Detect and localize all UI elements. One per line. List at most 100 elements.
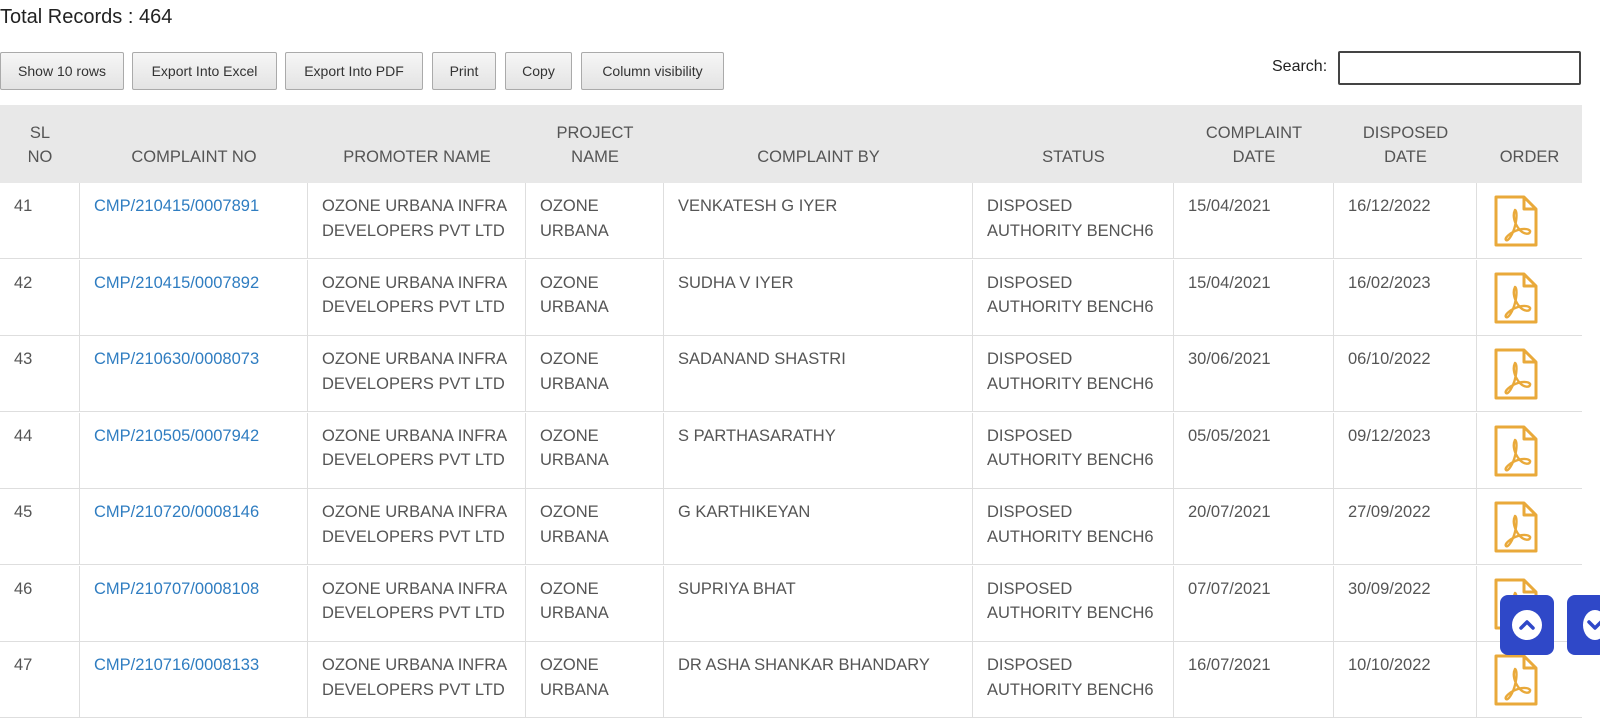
sl-no-cell: 47 (0, 642, 80, 718)
complaint-date-cell: 30/06/2021 (1174, 336, 1334, 412)
complaint-no-link[interactable]: CMP/210505/0007942 (80, 412, 308, 489)
complaint-no-text[interactable]: CMP/210415/0007891 (94, 194, 307, 219)
promoter-name-cell: OZONE URBANA INFRA DEVELOPERS PVT LTD (308, 183, 526, 259)
cell-text: OZONE (540, 350, 599, 368)
col-sl-no-header[interactable]: SL NO (0, 105, 80, 183)
promoter-name-cell: OZONE URBANA INFRA DEVELOPERS PVT LTD (308, 336, 526, 412)
complaint-no-text[interactable]: CMP/210505/0007942 (94, 424, 307, 449)
header-label: DATE (1232, 148, 1276, 166)
cell-text: OZONE (540, 579, 599, 598)
cell-text: DISPOSED (987, 656, 1073, 674)
sl-no-cell: 46 (0, 565, 80, 642)
cell-text: AUTHORITY BENCH6 (987, 298, 1154, 316)
project-name-cell: OZONE URBANA (526, 642, 664, 718)
header-label: DATE (1384, 148, 1427, 166)
cell-text: 16/07/2021 (1188, 656, 1271, 674)
sl-no-cell: 45 (0, 489, 80, 565)
complaint-no-text[interactable]: CMP/210716/0008133 (94, 653, 307, 678)
order-cell[interactable] (1477, 183, 1582, 259)
col-disposed-date-header[interactable]: DISPOSED DATE (1334, 105, 1477, 183)
header-label: NAME (571, 148, 619, 166)
header-label: SL (29, 124, 51, 142)
col-complaint-no-header[interactable]: COMPLAINT NO (80, 105, 308, 183)
pdf-file-icon[interactable] (1493, 653, 1539, 707)
scroll-up-button[interactable] (1500, 595, 1554, 655)
cell-text: 27/09/2022 (1348, 503, 1431, 521)
scroll-down-button[interactable] (1567, 595, 1600, 655)
header-label: NO (27, 148, 53, 166)
cell-text: DEVELOPERS PVT LTD (322, 298, 505, 316)
complaint-by-cell: SUPRIYA BHAT (664, 565, 973, 642)
promoter-name-cell: OZONE URBANA INFRA DEVELOPERS PVT LTD (308, 259, 526, 336)
promoter-name-cell: OZONE URBANA INFRA DEVELOPERS PVT LTD (308, 489, 526, 565)
disposed-date-cell: 09/12/2023 (1334, 412, 1477, 489)
promoter-name-cell: OZONE URBANA INFRA DEVELOPERS PVT LTD (308, 565, 526, 642)
header-label: PROJECT (556, 124, 634, 142)
pdf-file-icon[interactable] (1493, 500, 1539, 554)
pdf-file-icon[interactable] (1493, 347, 1539, 401)
status-cell: DISPOSED AUTHORITY BENCH6 (973, 412, 1174, 489)
copy-button[interactable]: Copy (505, 52, 572, 90)
col-order-header[interactable]: ORDER (1477, 105, 1582, 183)
complaint-no-link[interactable]: CMP/210630/0008073 (80, 336, 308, 412)
export-excel-button[interactable]: Export Into Excel (132, 52, 277, 90)
show-rows-button[interactable]: Show 10 rows (0, 52, 124, 90)
cell-text: URBANA (540, 221, 609, 240)
disposed-date-cell: 30/09/2022 (1334, 565, 1477, 642)
export-pdf-button[interactable]: Export Into PDF (285, 52, 423, 90)
complaint-by-cell: SADANAND SHASTRI (664, 336, 973, 412)
cell-text: OZONE URBANA INFRA (322, 503, 508, 521)
cell-text: 10/10/2022 (1348, 656, 1431, 674)
header-label: STATUS (1042, 148, 1105, 166)
cell-text: DISPOSED (987, 426, 1073, 445)
complaint-no-text[interactable]: CMP/210630/0008073 (94, 347, 307, 372)
col-complaint-by-header[interactable]: COMPLAINT BY (664, 105, 973, 183)
complaint-date-cell: 15/04/2021 (1174, 259, 1334, 336)
project-name-cell: OZONE URBANA (526, 565, 664, 642)
complaint-no-link[interactable]: CMP/210415/0007891 (80, 183, 308, 259)
complaint-no-link[interactable]: CMP/210716/0008133 (80, 642, 308, 718)
column-visibility-button[interactable]: Column visibility (581, 52, 724, 90)
print-button[interactable]: Print (432, 52, 496, 90)
complaint-no-link[interactable]: CMP/210415/0007892 (80, 259, 308, 336)
order-cell[interactable] (1477, 336, 1582, 412)
cell-text: OZONE URBANA INFRA (322, 273, 508, 292)
table-row: 47 CMP/210716/0008133 OZONE URBANA INFRA DE… (0, 642, 1582, 718)
pdf-file-icon[interactable] (1493, 424, 1539, 478)
col-project-name-header[interactable]: PROJECT NAME (526, 105, 664, 183)
sl-no-cell: 41 (0, 183, 80, 259)
status-cell: DISPOSED AUTHORITY BENCH6 (973, 183, 1174, 259)
cell-text: AUTHORITY BENCH6 (987, 451, 1154, 469)
cell-text: 41 (14, 197, 33, 215)
cell-text: DEVELOPERS PVT LTD (322, 527, 505, 546)
project-name-cell: OZONE URBANA (526, 183, 664, 259)
cell-text: 16/02/2023 (1348, 273, 1431, 292)
order-cell[interactable] (1477, 260, 1582, 336)
cell-text: SUDHA V IYER (678, 273, 794, 292)
cell-text: OZONE URBANA INFRA (322, 350, 508, 368)
col-complaint-date-header[interactable]: COMPLAINT DATE (1174, 105, 1334, 183)
table-header: SL NO COMPLAINT NO PROMOTER NAME PROJECT NAME… (0, 105, 1582, 183)
col-promoter-name-header[interactable]: PROMOTER NAME (308, 105, 526, 183)
complaint-by-cell: VENKATESH G IYER (664, 183, 973, 259)
pdf-file-icon[interactable] (1493, 194, 1539, 248)
cell-text: AUTHORITY BENCH6 (987, 221, 1154, 240)
complaint-no-text[interactable]: CMP/210707/0008108 (94, 577, 307, 602)
complaint-no-link[interactable]: CMP/210707/0008108 (80, 565, 308, 642)
pdf-file-icon[interactable] (1493, 271, 1539, 325)
cell-text: VENKATESH G IYER (678, 197, 838, 215)
complaint-no-text[interactable]: CMP/210415/0007892 (94, 271, 307, 296)
disposed-date-cell: 10/10/2022 (1334, 642, 1477, 718)
order-cell[interactable] (1477, 413, 1582, 489)
cell-text: 20/07/2021 (1188, 503, 1271, 521)
cell-text: 15/04/2021 (1188, 197, 1271, 215)
cell-text: 46 (14, 579, 33, 598)
order-cell[interactable] (1477, 489, 1582, 565)
complaint-no-link[interactable]: CMP/210720/0008146 (80, 489, 308, 565)
table-row: 41 CMP/210415/0007891 OZONE URBANA INFRA DE… (0, 183, 1582, 259)
col-status-header[interactable]: STATUS (973, 105, 1174, 183)
search-input[interactable] (1338, 51, 1581, 85)
complaint-no-text[interactable]: CMP/210720/0008146 (94, 500, 307, 525)
cell-text: 47 (14, 656, 33, 674)
cell-text: URBANA (540, 374, 609, 393)
